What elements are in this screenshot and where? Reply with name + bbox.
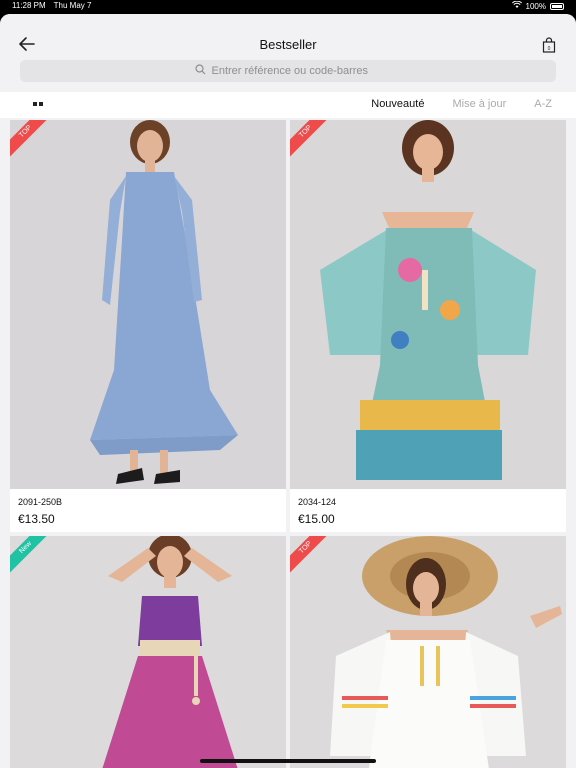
wifi-icon bbox=[511, 0, 522, 11]
status-time: 11:28 PM bbox=[12, 1, 46, 10]
product-card[interactable]: TOP bbox=[290, 536, 566, 768]
product-price: €13.50 bbox=[18, 512, 55, 526]
product-image-model-in-purple-patterned-dress[interactable]: New bbox=[10, 536, 286, 768]
sort-option-newest[interactable]: Nouveauté bbox=[371, 98, 424, 110]
product-card[interactable]: New bbox=[10, 536, 286, 768]
shopping-bag-icon[interactable]: 0 bbox=[542, 37, 556, 53]
sort-option-alphabetical[interactable]: A-Z bbox=[534, 98, 552, 110]
page-title: Bestseller bbox=[259, 37, 317, 52]
product-image-model-in-colorful-off-shoulder-mini-dress[interactable]: TOP bbox=[290, 120, 566, 489]
sort-bar: Nouveauté Mise à jour A-Z bbox=[0, 92, 576, 118]
product-reference: 2091-250B bbox=[18, 497, 63, 507]
grid-view-icon[interactable] bbox=[33, 102, 43, 106]
home-indicator[interactable] bbox=[200, 759, 376, 763]
sort-options: Nouveauté Mise à jour A-Z bbox=[371, 98, 552, 110]
product-image-model-in-blue-floral-long-dress[interactable]: TOP bbox=[10, 120, 286, 489]
product-card[interactable]: TOP 2034-124 €15.00 bbox=[290, 120, 566, 532]
product-reference: 2034-124 bbox=[298, 497, 337, 507]
product-price: €15.00 bbox=[298, 512, 335, 526]
search-field[interactable] bbox=[20, 60, 556, 82]
search-input[interactable] bbox=[211, 65, 382, 77]
product-card[interactable]: TOP 2091-250B €13.50 bbox=[10, 120, 286, 532]
app-sheet: Bestseller 0 Nouveauté Mise à jour A-Z bbox=[0, 14, 576, 768]
battery-icon bbox=[550, 2, 564, 10]
battery-percent: 100% bbox=[525, 1, 546, 11]
status-date: Thu May 7 bbox=[53, 1, 92, 10]
search-icon bbox=[194, 64, 206, 78]
product-image-model-in-white-dress-with-straw-hat[interactable]: TOP bbox=[290, 536, 566, 768]
svg-text:0: 0 bbox=[548, 46, 551, 52]
sort-option-updated[interactable]: Mise à jour bbox=[452, 98, 506, 110]
status-bar: 11:28 PM Thu May 7 100% bbox=[0, 0, 576, 12]
